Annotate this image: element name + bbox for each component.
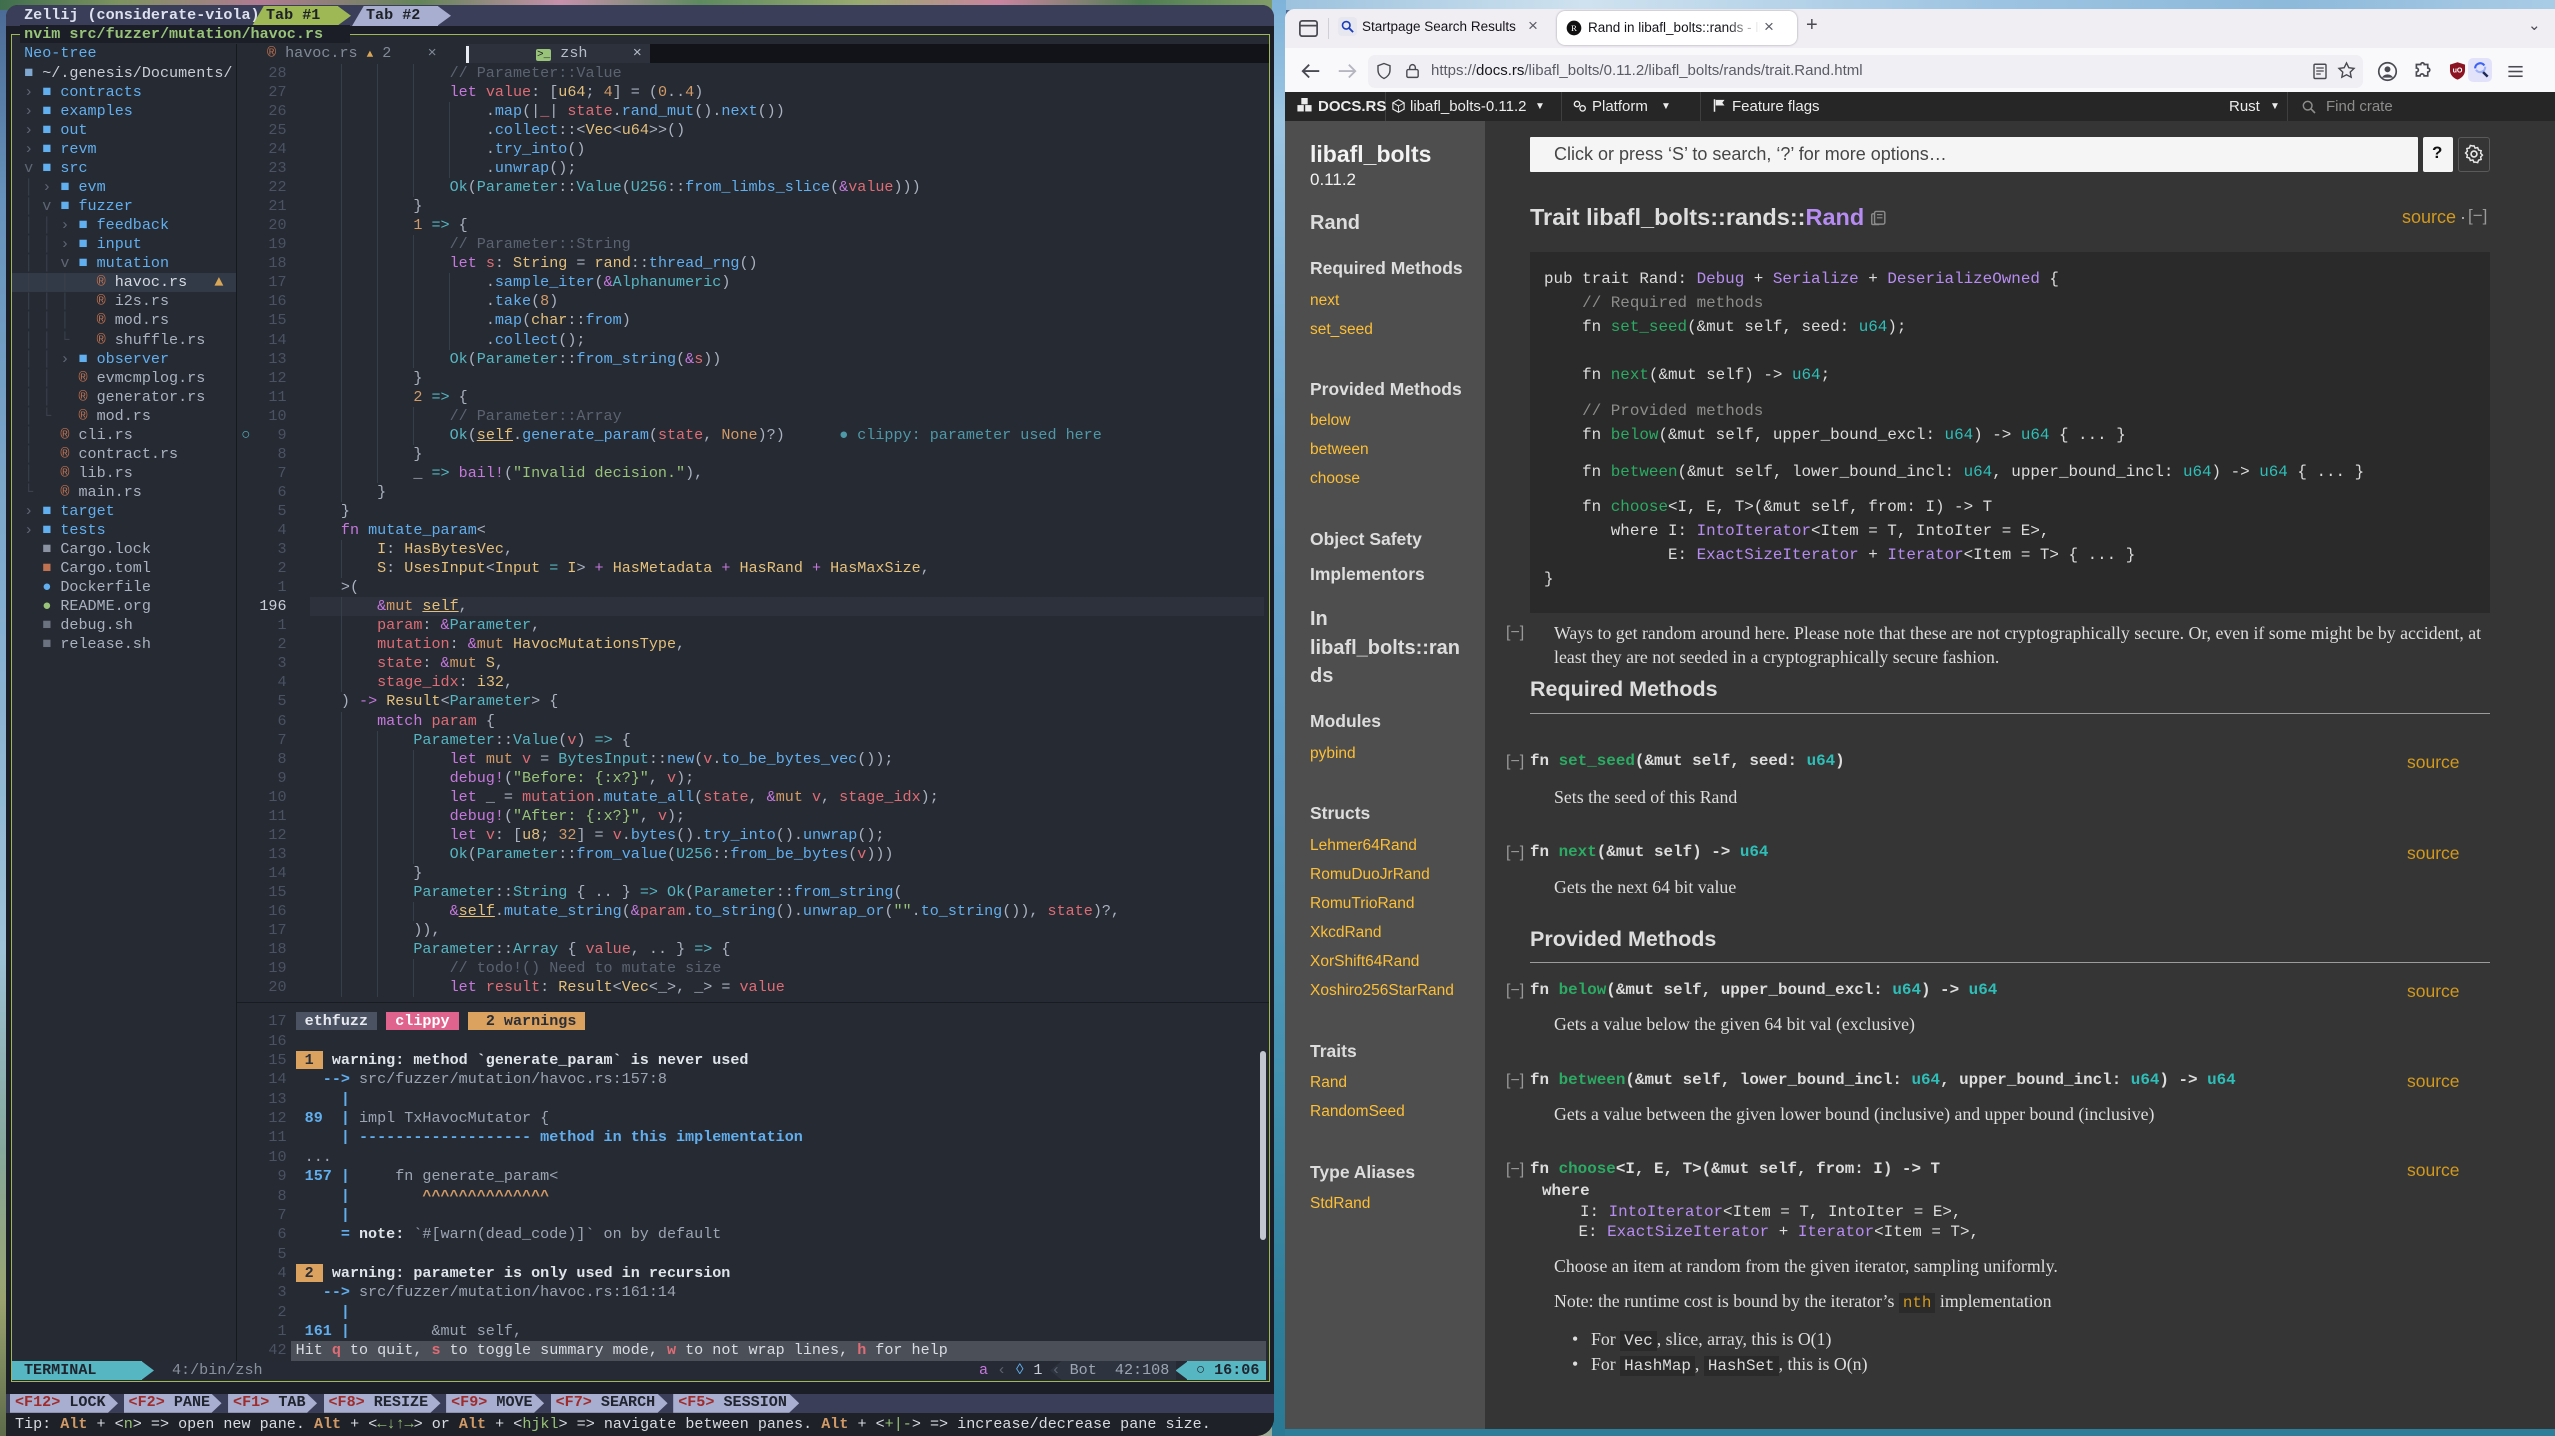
svg-text:R: R [1571,23,1577,33]
svg-text:uO: uO [2453,66,2463,74]
